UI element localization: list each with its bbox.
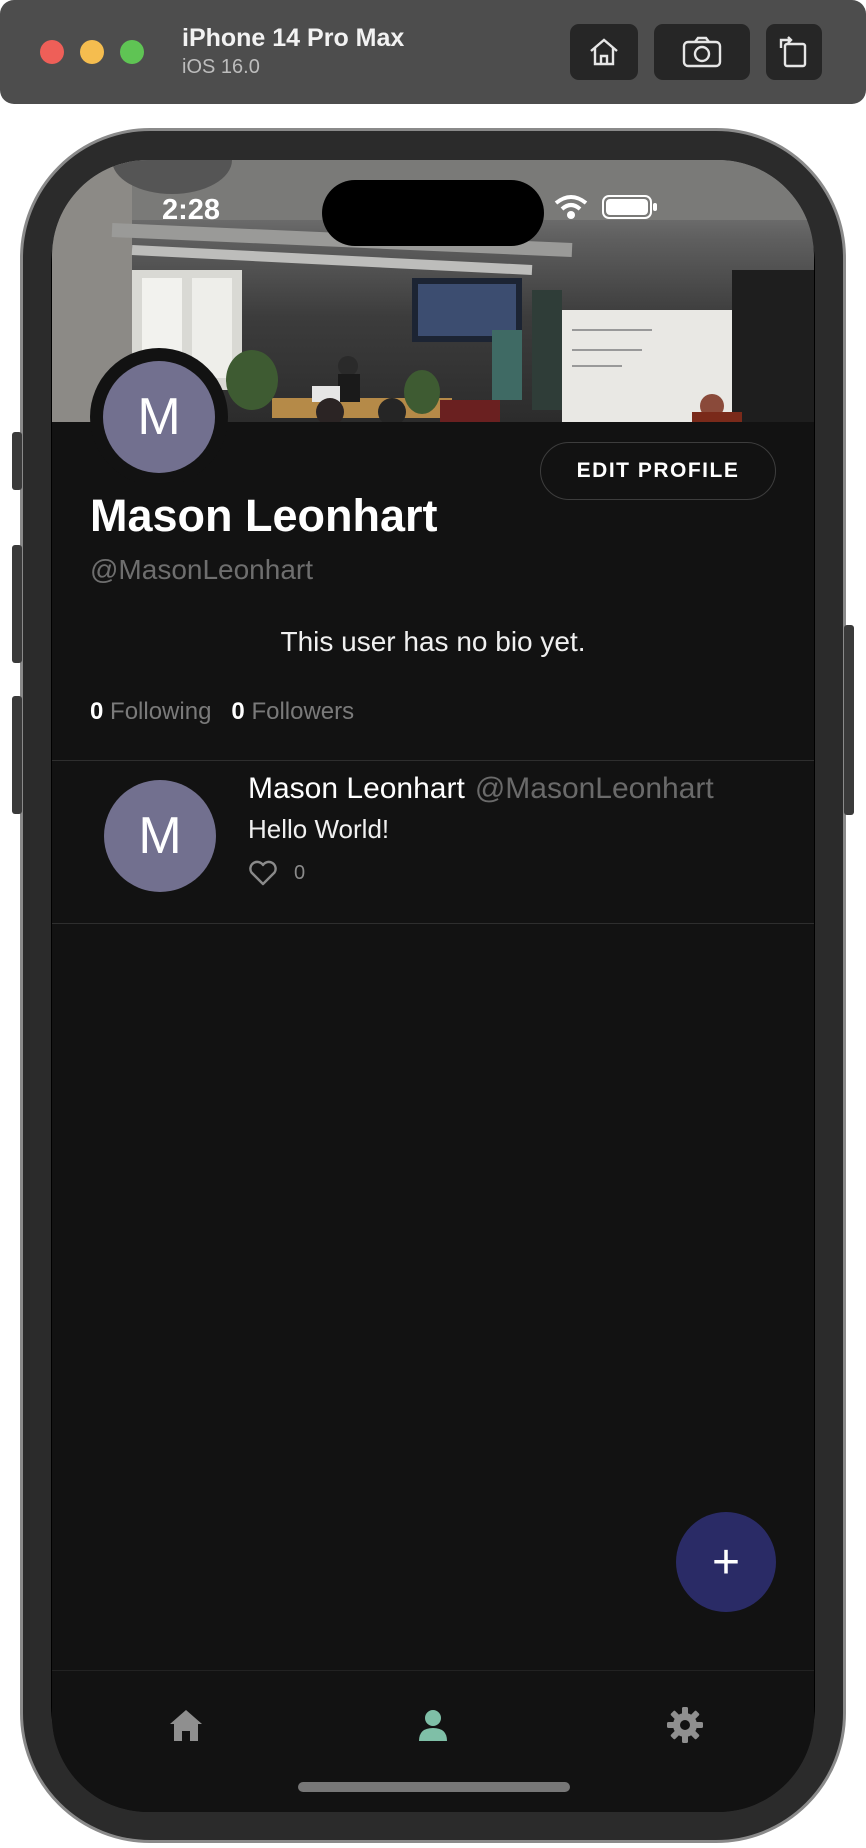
profile-handle: @MasonLeonhart — [90, 554, 314, 585]
followers-label: Followers — [251, 698, 355, 725]
stats-divider — [52, 760, 814, 761]
profile-name: Mason Leonhart — [90, 490, 438, 541]
simulator-screenshot-button[interactable] — [654, 24, 750, 80]
dynamic-island — [322, 180, 544, 246]
home-icon — [590, 38, 618, 66]
power-button — [844, 625, 854, 815]
post-author-name: Mason Leonhart — [248, 772, 465, 805]
user-icon — [419, 1710, 447, 1741]
post-author-avatar[interactable]: M — [104, 780, 216, 892]
volume-up-button — [12, 545, 22, 663]
profile-avatar[interactable]: M — [103, 361, 215, 473]
following-stat[interactable]: 0 Following — [90, 698, 211, 726]
following-count: 0 — [90, 698, 104, 725]
post-text: Hello World! — [248, 814, 390, 844]
like-count: 0 — [294, 861, 306, 884]
profile-bio: This user has no bio yet. — [280, 626, 586, 657]
following-label: Following — [110, 698, 212, 725]
gear-icon — [667, 1707, 703, 1743]
wifi-icon — [554, 195, 588, 219]
post-divider — [52, 923, 814, 924]
home-icon — [170, 1710, 202, 1741]
rotate-icon — [779, 36, 807, 68]
post-author-handle: @MasonLeonhart — [474, 772, 714, 805]
nav-settings[interactable] — [655, 1695, 715, 1755]
heart-icon — [249, 860, 277, 886]
minimize-window-button[interactable] — [80, 40, 104, 64]
followers-stat[interactable]: 0 Followers — [231, 698, 354, 726]
profile-stats: 0 Following 0 Followers — [90, 698, 354, 726]
like-button[interactable]: 0 — [248, 860, 305, 886]
new-post-button[interactable]: + — [676, 1512, 776, 1612]
status-time: 2:28 — [162, 194, 221, 226]
simulator-device-name: iPhone 14 Pro Max — [182, 24, 405, 52]
simulator-rotate-button[interactable] — [766, 24, 822, 80]
home-indicator[interactable] — [298, 1782, 570, 1792]
zoom-window-button[interactable] — [120, 40, 144, 64]
volume-down-button — [12, 696, 22, 814]
close-window-button[interactable] — [40, 40, 64, 64]
screenshot-icon — [682, 36, 722, 68]
followers-count: 0 — [231, 698, 245, 725]
nav-home[interactable] — [156, 1695, 216, 1755]
simulator-os-version: iOS 16.0 — [182, 56, 260, 78]
mute-switch — [12, 432, 22, 490]
simulator-home-button[interactable] — [570, 24, 638, 80]
simulator-title-bar: iPhone 14 Pro Max iOS 16.0 — [0, 0, 866, 104]
app-screen: 2:28 M EDIT PROFILE Mason Leonhart @Maso… — [52, 160, 814, 1812]
nav-profile[interactable] — [403, 1695, 463, 1755]
edit-profile-button[interactable]: EDIT PROFILE — [540, 442, 776, 500]
battery-icon — [602, 195, 657, 219]
post-header: Mason Leonhart @MasonLeonhart — [248, 772, 714, 806]
